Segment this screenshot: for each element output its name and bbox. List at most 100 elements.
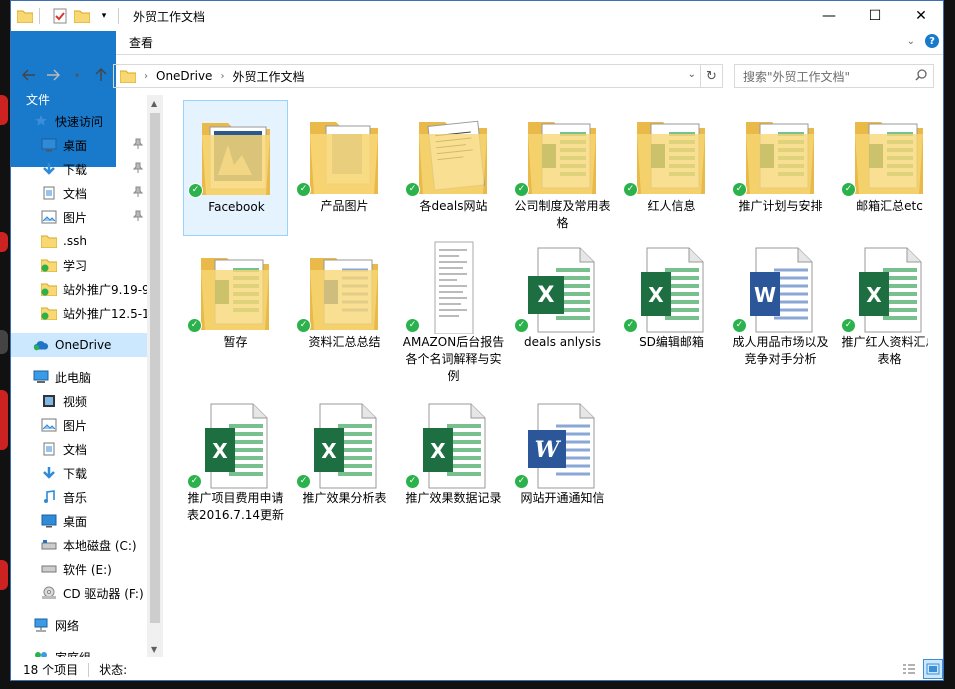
sync-check-icon: ✓ bbox=[405, 318, 420, 333]
file-name: 成人用品市场以及竞争对手分析 bbox=[732, 335, 829, 366]
pin-icon[interactable] bbox=[132, 210, 144, 225]
file-item[interactable]: X ✓ 推广效果数据记录 bbox=[401, 392, 506, 528]
excel-file-icon: X bbox=[528, 247, 595, 333]
file-item[interactable]: ✓ 产品图片 bbox=[292, 100, 397, 236]
sync-check-icon: ✓ bbox=[188, 183, 203, 198]
nav-item-study[interactable]: 学习 bbox=[11, 253, 147, 277]
pin-icon[interactable] bbox=[132, 186, 144, 201]
nav-item-downloads-pc[interactable]: 下载 bbox=[11, 461, 147, 485]
nav-item-downloads[interactable]: 下载 bbox=[11, 157, 147, 181]
star-icon bbox=[33, 113, 49, 129]
address-bar[interactable]: › OneDrive › 外贸工作文档 ⌄ ↻ bbox=[113, 64, 723, 88]
nav-item-pictures[interactable]: 图片 bbox=[11, 205, 147, 229]
file-item[interactable]: X ✓ SD编辑邮箱 bbox=[619, 236, 724, 372]
large-icons-view-button[interactable] bbox=[923, 659, 943, 679]
nav-item-cd-drive-f[interactable]: CD 驱动器 (F:) bbox=[11, 581, 147, 605]
nav-item-ssh[interactable]: .ssh bbox=[11, 229, 147, 253]
file-item[interactable]: X ✓ 推广红人资料汇总表格 bbox=[837, 236, 942, 372]
file-item[interactable]: ✓ 公司制度及常用表格 bbox=[510, 100, 615, 236]
nav-item-documents[interactable]: 文档 bbox=[11, 181, 147, 205]
folder-excel-icon bbox=[637, 122, 705, 194]
up-button[interactable] bbox=[89, 63, 113, 87]
file-item[interactable]: W ✓ 网站开通通知信 bbox=[510, 392, 615, 528]
pin-icon[interactable] bbox=[132, 138, 144, 153]
file-item[interactable]: X ✓ deals anlysis bbox=[510, 236, 615, 372]
folder-excel-icon bbox=[201, 258, 269, 330]
file-item[interactable]: X ✓ 推广效果分析表 bbox=[292, 392, 397, 528]
chevron-right-icon[interactable]: › bbox=[144, 71, 148, 82]
content-scrollbar[interactable] bbox=[928, 95, 943, 657]
maximize-button[interactable]: ☐ bbox=[852, 1, 898, 31]
breadcrumb-onedrive[interactable]: OneDrive bbox=[156, 69, 212, 83]
nav-item-software-e[interactable]: 软件 (E:) bbox=[11, 557, 147, 581]
sync-check-icon: ✓ bbox=[296, 474, 311, 489]
help-icon[interactable]: ? bbox=[925, 34, 939, 48]
file-item[interactable]: ✓ AMAZON后台报告各个名词解释与实例 bbox=[401, 236, 506, 383]
folder-icon bbox=[202, 123, 270, 195]
back-button[interactable] bbox=[17, 63, 41, 87]
recent-locations-button[interactable]: ▾ bbox=[65, 63, 89, 87]
cd-drive-icon bbox=[41, 585, 57, 601]
nav-scroll-thumb[interactable] bbox=[150, 113, 160, 623]
nav-item-music[interactable]: 音乐 bbox=[11, 485, 147, 509]
folder-sync-icon bbox=[41, 305, 57, 321]
search-input[interactable]: 搜索"外贸工作文档" bbox=[734, 64, 934, 88]
pin-icon[interactable] bbox=[132, 162, 144, 177]
nav-item-this-pc[interactable]: 此电脑 bbox=[11, 365, 147, 389]
nav-item-desktop-pc[interactable]: 桌面 bbox=[11, 509, 147, 533]
scroll-down-icon[interactable]: ▼ bbox=[151, 645, 157, 654]
svg-text:W: W bbox=[754, 283, 776, 307]
forward-button[interactable] bbox=[41, 63, 65, 87]
file-item[interactable]: W ✓ 成人用品市场以及竞争对手分析 bbox=[728, 236, 833, 372]
file-item[interactable]: ✓ 红人信息 bbox=[619, 100, 724, 236]
nav-item-desktop[interactable]: 桌面 bbox=[11, 133, 147, 157]
details-view-button[interactable] bbox=[899, 659, 919, 679]
file-item[interactable]: X ✓ 推广项目费用申请表2016.7.14更新 bbox=[183, 392, 288, 528]
file-item[interactable]: ✓ 推广计划与安排 bbox=[728, 100, 833, 236]
nav-item-offsite-promo-1[interactable]: 站外推广9.19-9. bbox=[11, 277, 147, 301]
sync-check-icon: ✓ bbox=[187, 474, 202, 489]
chevron-down-icon[interactable]: ⌄ bbox=[688, 69, 696, 80]
nav-item-quick-access[interactable]: 快速访问 bbox=[11, 109, 147, 133]
svg-text:W: W bbox=[535, 437, 562, 463]
nav-item-videos[interactable]: 视频 bbox=[11, 389, 147, 413]
sync-check-icon: ✓ bbox=[514, 474, 529, 489]
sync-check-icon: ✓ bbox=[296, 318, 311, 333]
nav-item-homegroup[interactable]: 家庭组 bbox=[11, 645, 147, 657]
nav-item-offsite-promo-2[interactable]: 站外推广12.5-12 bbox=[11, 301, 147, 325]
network-icon bbox=[33, 617, 49, 633]
new-folder-icon[interactable] bbox=[74, 8, 90, 24]
divider bbox=[88, 662, 90, 677]
scroll-up-icon[interactable]: ▲ bbox=[151, 99, 157, 108]
download-icon bbox=[41, 161, 57, 177]
excel-file-icon: X bbox=[314, 403, 377, 489]
nav-item-local-disk-c[interactable]: 本地磁盘 (C:) bbox=[11, 533, 147, 557]
file-item[interactable]: ✓ 暂存 bbox=[183, 236, 288, 372]
chevron-down-icon[interactable]: ⌄ bbox=[907, 36, 915, 47]
refresh-button[interactable]: ↻ bbox=[700, 65, 722, 87]
chevron-right-icon[interactable]: › bbox=[220, 71, 224, 82]
nav-item-network[interactable]: 网络 bbox=[11, 613, 147, 637]
file-item[interactable]: ✓ 各deals网站 bbox=[401, 100, 506, 236]
nav-item-onedrive[interactable]: OneDrive bbox=[11, 333, 147, 357]
sync-check-icon: ✓ bbox=[405, 474, 420, 489]
nav-item-pictures-pc[interactable]: 图片 bbox=[11, 413, 147, 437]
address-row: ▾ › OneDrive › 外贸工作文档 ⌄ ↻ 搜索"外贸工作文档" bbox=[11, 55, 943, 95]
sync-check-icon: ✓ bbox=[187, 318, 202, 333]
excel-file-icon: X bbox=[641, 247, 704, 333]
divider bbox=[39, 8, 40, 24]
tab-view[interactable]: 查看 bbox=[115, 31, 167, 54]
close-button[interactable]: ✕ bbox=[898, 1, 943, 31]
nav-item-documents-pc[interactable]: 文档 bbox=[11, 437, 147, 461]
minimize-button[interactable]: — bbox=[806, 1, 852, 31]
file-name: 网站开通通知信 bbox=[520, 491, 605, 505]
file-item[interactable]: ✓ 资料汇总总结 bbox=[292, 236, 397, 372]
excel-file-icon: X bbox=[859, 247, 922, 333]
chevron-down-icon[interactable]: ▾ bbox=[96, 8, 112, 24]
homegroup-icon bbox=[33, 649, 49, 657]
file-item[interactable]: ✓ 邮箱汇总etc bbox=[837, 100, 942, 236]
breadcrumb-current[interactable]: 外贸工作文档 bbox=[232, 68, 304, 85]
properties-icon[interactable] bbox=[52, 8, 68, 24]
file-item[interactable]: ✓ Facebook bbox=[183, 100, 288, 236]
ribbon-tabs: 文件 主页 共享 查看 ⌄ ? bbox=[11, 31, 943, 167]
